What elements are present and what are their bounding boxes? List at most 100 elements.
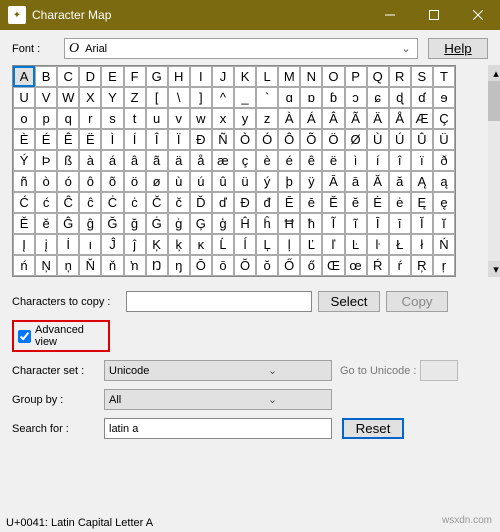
character-cell[interactable]: ė xyxy=(389,192,411,213)
character-cell[interactable]: Ň xyxy=(79,255,101,276)
character-cell[interactable]: Č xyxy=(146,192,168,213)
character-cell[interactable]: ã xyxy=(146,150,168,171)
character-cell[interactable]: ą xyxy=(433,171,455,192)
character-cell[interactable]: Ą xyxy=(411,171,433,192)
character-cell[interactable]: Ħ xyxy=(278,213,300,234)
character-cell[interactable]: ù xyxy=(168,171,190,192)
character-cell[interactable]: Ĩ xyxy=(322,213,344,234)
character-cell[interactable]: ē xyxy=(300,192,322,213)
character-cell[interactable]: Û xyxy=(411,129,433,150)
character-cell[interactable]: Ø xyxy=(345,129,367,150)
character-cell[interactable]: ĵ xyxy=(124,234,146,255)
character-cell[interactable]: \ xyxy=(168,87,190,108)
character-cell[interactable]: q xyxy=(57,108,79,129)
character-cell[interactable]: û xyxy=(212,171,234,192)
character-cell[interactable]: ĕ xyxy=(345,192,367,213)
character-cell[interactable]: ɑ xyxy=(278,87,300,108)
character-cell[interactable]: Ė xyxy=(367,192,389,213)
character-cell[interactable]: Ĕ xyxy=(322,192,344,213)
character-cell[interactable]: [ xyxy=(146,87,168,108)
character-cell[interactable]: ı xyxy=(79,234,101,255)
character-cell[interactable]: Ë xyxy=(79,129,101,150)
character-cell[interactable]: W xyxy=(57,87,79,108)
character-cell[interactable]: V xyxy=(35,87,57,108)
character-cell[interactable]: L xyxy=(256,66,278,87)
character-cell[interactable]: Ö xyxy=(322,129,344,150)
character-cell[interactable]: Ā xyxy=(322,171,344,192)
character-cell[interactable]: ô xyxy=(79,171,101,192)
character-cell[interactable]: ļ xyxy=(278,234,300,255)
character-cell[interactable]: ľ xyxy=(322,234,344,255)
character-cell[interactable]: X xyxy=(79,87,101,108)
character-cell[interactable]: Ŏ xyxy=(234,255,256,276)
character-cell[interactable]: Ĭ xyxy=(411,213,433,234)
character-cell[interactable]: ŗ xyxy=(433,255,455,276)
scrollbar[interactable]: ▴ ▾ xyxy=(488,65,500,277)
character-cell[interactable]: P xyxy=(345,66,367,87)
character-cell[interactable]: Ô xyxy=(278,129,300,150)
character-cell[interactable]: Ó xyxy=(256,129,278,150)
reset-button[interactable]: Reset xyxy=(342,418,404,439)
character-cell[interactable]: ō xyxy=(212,255,234,276)
character-cell[interactable]: ú xyxy=(190,171,212,192)
select-button[interactable]: Select xyxy=(318,291,380,312)
character-cell[interactable]: ð xyxy=(433,150,455,171)
character-cell[interactable]: À xyxy=(278,108,300,129)
character-cell[interactable]: Ċ xyxy=(101,192,123,213)
character-cell[interactable]: N xyxy=(300,66,322,87)
character-cell[interactable]: Ņ xyxy=(35,255,57,276)
character-cell[interactable]: ò xyxy=(35,171,57,192)
character-cell[interactable]: Í xyxy=(124,129,146,150)
character-cell[interactable]: x xyxy=(212,108,234,129)
character-cell[interactable]: Ķ xyxy=(146,234,168,255)
character-cell[interactable]: É xyxy=(35,129,57,150)
character-cell[interactable]: o xyxy=(13,108,35,129)
character-cell[interactable]: Ō xyxy=(190,255,212,276)
character-cell[interactable]: Ú xyxy=(389,129,411,150)
character-cell[interactable]: ï xyxy=(411,150,433,171)
character-cell[interactable]: ĥ xyxy=(256,213,278,234)
character-cell[interactable]: Ě xyxy=(13,213,35,234)
character-cell[interactable]: v xyxy=(168,108,190,129)
character-cell[interactable]: í xyxy=(367,150,389,171)
character-cell[interactable]: ń xyxy=(13,255,35,276)
character-cell[interactable]: Đ xyxy=(234,192,256,213)
character-cell[interactable]: Î xyxy=(146,129,168,150)
group-by-dropdown[interactable]: All ⌄ xyxy=(104,389,332,410)
character-cell[interactable]: Ĺ xyxy=(212,234,234,255)
scroll-up-button[interactable]: ▴ xyxy=(488,65,500,81)
character-cell[interactable]: ý xyxy=(256,171,278,192)
character-cell[interactable]: Â xyxy=(322,108,344,129)
character-cell[interactable]: ÿ xyxy=(300,171,322,192)
character-cell[interactable]: _ xyxy=(234,87,256,108)
character-cell[interactable]: Œ xyxy=(322,255,344,276)
character-cell[interactable]: ĸ xyxy=(190,234,212,255)
character-cell[interactable]: Ē xyxy=(278,192,300,213)
advanced-view-checkbox[interactable]: Advanced view xyxy=(12,320,110,352)
character-cell[interactable]: Ī xyxy=(367,213,389,234)
characters-to-copy-input[interactable] xyxy=(126,291,312,312)
character-cell[interactable]: r xyxy=(79,108,101,129)
character-cell[interactable]: ő xyxy=(300,255,322,276)
help-button[interactable]: Help xyxy=(428,38,488,59)
character-cell[interactable]: ß xyxy=(57,150,79,171)
character-cell[interactable]: Ç xyxy=(433,108,455,129)
character-cell[interactable]: ă xyxy=(389,171,411,192)
copy-button[interactable]: Copy xyxy=(386,291,448,312)
character-cell[interactable]: ģ xyxy=(212,213,234,234)
character-cell[interactable]: p xyxy=(35,108,57,129)
character-cell[interactable]: Æ xyxy=(411,108,433,129)
character-cell[interactable]: ö xyxy=(124,171,146,192)
character-cell[interactable]: t xyxy=(124,108,146,129)
character-cell[interactable]: R xyxy=(389,66,411,87)
advanced-view-input[interactable] xyxy=(18,330,31,343)
character-cell[interactable]: ɔ xyxy=(345,87,367,108)
character-cell[interactable]: ŕ xyxy=(389,255,411,276)
character-cell[interactable]: ę xyxy=(433,192,455,213)
character-cell[interactable]: Ĉ xyxy=(57,192,79,213)
character-cell[interactable]: J xyxy=(212,66,234,87)
character-cell[interactable]: Ġ xyxy=(146,213,168,234)
character-cell[interactable]: ɗ xyxy=(411,87,433,108)
go-to-unicode-input[interactable] xyxy=(420,360,458,381)
character-cell[interactable]: Ę xyxy=(411,192,433,213)
